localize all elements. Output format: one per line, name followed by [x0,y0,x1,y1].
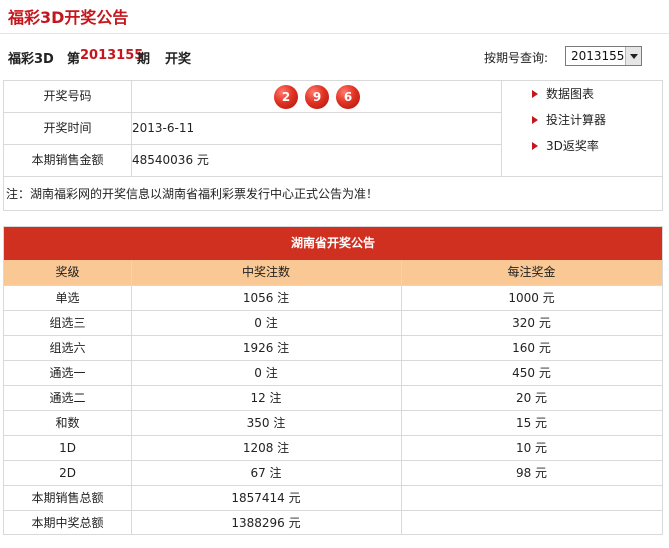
link-payout-rate[interactable]: 3D返奖率 [532,137,606,163]
table-cell: 10 元 [515,441,548,455]
draw-info-panel: 开奖号码 2 9 6 开奖时间 2013-6-11 本期销售金额 4854003… [3,80,663,177]
table-cell: 组选三 [49,316,86,330]
link-label: 数据图表 [546,87,595,101]
arrow-right-icon [532,142,538,150]
chevron-down-icon [630,54,638,59]
link-label: 3D返奖率 [546,139,599,153]
table-row: 本期中奖总额 1388296 元 [4,510,662,535]
draw-label: 开奖 [165,52,192,67]
arrow-right-icon [532,90,538,98]
table-cell: 67 注 [250,466,282,480]
table-cell: 1208 注 [242,441,290,455]
issue-select[interactable]: 2013155 [565,46,642,66]
column-header: 奖级 [55,265,80,279]
link-label: 投注计算器 [546,113,607,127]
table-cell: 1926 注 [242,341,290,355]
table-cell: 1056 注 [242,291,290,305]
prize-table: 湖南省开奖公告 奖级 中奖注数 每注奖金 单选 1056 注 1000 元组选三 0 … [3,226,663,535]
number-ball: 2 [274,85,298,109]
table-cell: 12 注 [250,391,282,405]
table-row: 本期销售总额 1857414 元 [4,485,662,510]
table-row: 组选六 1926 注 160 元 [4,335,662,360]
issue-number: 2013155 [80,48,144,63]
info-row-numbers: 开奖号码 2 9 6 [4,81,501,113]
number-ball: 9 [305,85,329,109]
prize-table-header-row: 奖级 中奖注数 每注奖金 [4,260,662,285]
table-cell: 单选 [55,291,80,305]
table-cell: 1857414 元 [231,491,301,505]
info-value: 48540036 元 [132,153,209,167]
table-cell: 15 元 [515,416,548,430]
dropdown-button[interactable] [625,47,641,65]
number-ball: 6 [336,85,360,109]
info-row-time: 开奖时间 2013-6-11 [4,113,501,145]
prize-table-title: 湖南省开奖公告 [4,227,662,260]
table-cell: 通选一 [49,366,86,380]
table-row: 和数 350 注 15 元 [4,410,662,435]
table-cell: 0 注 [254,316,278,330]
table-cell [401,511,662,536]
table-cell: 160 元 [512,341,551,355]
table-cell: 1000 元 [508,291,555,305]
info-label: 开奖时间 [4,113,132,144]
issue-row: 福彩3D 第 2013155 期 开奖 按期号查询: 2013155 [0,38,669,78]
table-row: 1D 1208 注 10 元 [4,435,662,460]
table-cell: 1388296 元 [231,516,301,530]
table-cell: 350 注 [246,416,286,430]
table-cell: 1D [59,441,76,455]
table-row: 通选一 0 注 450 元 [4,360,662,385]
table-cell: 通选二 [49,391,86,405]
column-divider [401,260,402,534]
notice-text: 注：湖南福彩网的开奖信息以湖南省福利彩票发行中心正式公告为准！ [3,177,663,211]
table-cell: 组选六 [49,341,86,355]
issue-suffix: 期 [137,52,151,67]
column-header: 每注奖金 [507,265,556,279]
title-bar: 福彩3D开奖公告 [0,0,669,34]
issue-query-label: 按期号查询: [484,51,549,65]
column-divider [131,260,132,534]
table-row: 组选三 0 注 320 元 [4,310,662,335]
info-label: 本期销售金额 [4,145,132,177]
link-bet-calculator[interactable]: 投注计算器 [532,111,606,137]
table-cell: 2D [59,466,76,480]
page-title: 福彩3D开奖公告 [8,8,129,27]
table-row: 通选二 12 注 20 元 [4,385,662,410]
info-label: 开奖号码 [4,81,132,112]
info-row-sales: 本期销售金额 48540036 元 [4,145,501,177]
side-links: 数据图表 投注计算器 3D返奖率 [532,85,606,163]
issue-select-value: 2013155 [571,49,625,63]
table-cell: 450 元 [512,366,551,380]
table-cell: 320 元 [512,316,551,330]
table-cell: 98 元 [515,466,548,480]
table-cell [401,486,662,511]
table-row: 2D 67 注 98 元 [4,460,662,485]
info-value: 2013-6-11 [132,121,195,135]
column-header: 中奖注数 [241,265,290,279]
table-cell: 和数 [55,416,80,430]
issue-prefix: 第 [67,52,81,67]
lottery-name: 福彩3D [8,52,54,67]
table-cell: 本期销售总额 [31,491,104,505]
link-data-chart[interactable]: 数据图表 [532,85,606,111]
table-cell: 0 注 [254,366,278,380]
table-row: 单选 1056 注 1000 元 [4,285,662,310]
divider [501,81,502,176]
arrow-right-icon [532,116,538,124]
table-cell: 20 元 [515,391,548,405]
table-cell: 本期中奖总额 [31,516,104,530]
